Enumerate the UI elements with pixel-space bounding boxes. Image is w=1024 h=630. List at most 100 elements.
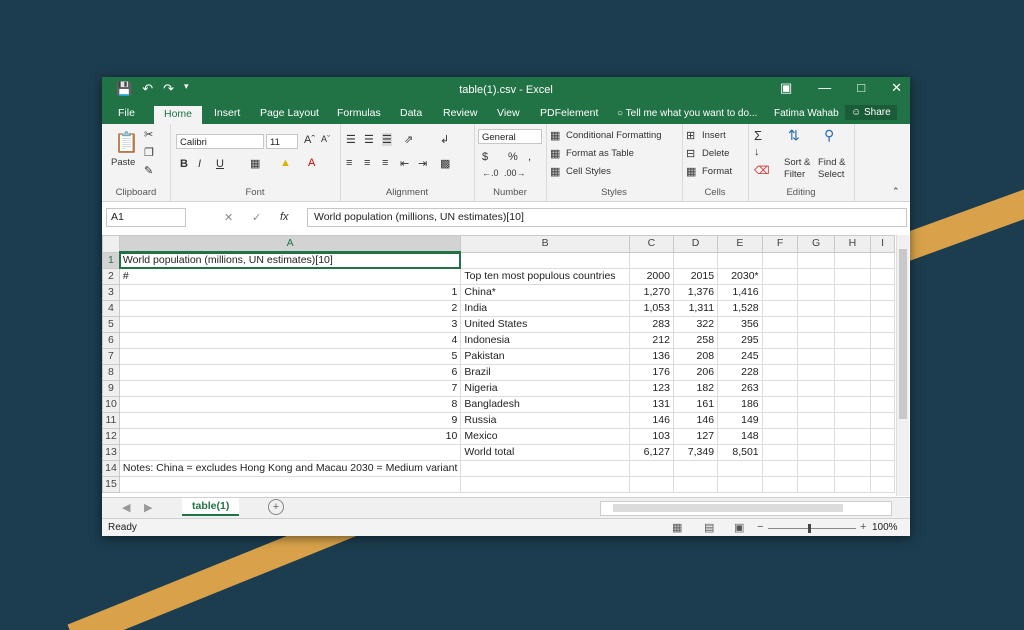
insert-function-icon[interactable]: fx: [280, 211, 289, 223]
empty-cell[interactable]: [761, 316, 799, 333]
align-left-icon[interactable]: ≡: [346, 157, 352, 169]
font-color-icon[interactable]: A: [308, 157, 315, 169]
cell-c[interactable]: 6,127: [628, 444, 674, 461]
empty-cell[interactable]: [833, 444, 872, 461]
empty-cell[interactable]: [833, 364, 872, 381]
delete-button[interactable]: Delete: [702, 148, 729, 159]
empty-cell[interactable]: [870, 428, 895, 445]
scroll-thumb[interactable]: [613, 504, 843, 512]
cell-e[interactable]: 263: [717, 380, 763, 397]
empty-cell[interactable]: [761, 300, 799, 317]
cell-a[interactable]: 9: [118, 412, 462, 429]
bottom-align-icon[interactable]: ☰: [382, 133, 392, 146]
autosum-icon[interactable]: Σ: [754, 128, 762, 143]
cell-c[interactable]: [628, 460, 674, 477]
column-header[interactable]: F: [761, 235, 799, 253]
cell-c[interactable]: [628, 251, 674, 269]
sort-label[interactable]: Sort &: [784, 157, 810, 168]
empty-cell[interactable]: [761, 428, 799, 445]
cell-a[interactable]: 8: [118, 396, 462, 413]
empty-cell[interactable]: [797, 300, 835, 317]
insert-button[interactable]: Insert: [702, 130, 726, 141]
conditional-formatting-button[interactable]: Conditional Formatting: [566, 130, 662, 141]
tab-home[interactable]: Home: [154, 106, 203, 124]
cell-c[interactable]: 212: [628, 332, 674, 349]
cell-b[interactable]: Indonesia: [460, 332, 630, 349]
empty-cell[interactable]: [761, 380, 799, 397]
cell-c[interactable]: 1,270: [628, 284, 674, 301]
cell-b[interactable]: [460, 251, 630, 269]
percent-button[interactable]: %: [508, 151, 518, 163]
decrease-indent-icon[interactable]: ⇤: [400, 157, 409, 170]
user-name[interactable]: Fatima Wahab: [774, 108, 839, 119]
cell-c[interactable]: 123: [628, 380, 674, 397]
vertical-scrollbar[interactable]: [896, 235, 909, 496]
zoom-slider[interactable]: [768, 528, 856, 529]
empty-cell[interactable]: [870, 412, 895, 429]
empty-cell[interactable]: [797, 444, 835, 461]
cell-c[interactable]: 146: [628, 412, 674, 429]
scroll-thumb[interactable]: [899, 249, 907, 419]
cell-c[interactable]: 136: [628, 348, 674, 365]
row-header[interactable]: 9: [102, 380, 120, 397]
cell-e[interactable]: 245: [717, 348, 763, 365]
cell-d[interactable]: 1,311: [672, 300, 719, 317]
empty-cell[interactable]: [870, 348, 895, 365]
cell-b[interactable]: Nigeria: [460, 380, 630, 397]
row-header[interactable]: 14: [102, 460, 120, 477]
cut-icon[interactable]: ✂: [144, 128, 153, 141]
cell-e[interactable]: [717, 251, 763, 269]
empty-cell[interactable]: [797, 268, 835, 285]
empty-cell[interactable]: [833, 476, 872, 493]
empty-cell[interactable]: [797, 428, 835, 445]
cell-e[interactable]: 1,416: [717, 284, 763, 301]
column-header[interactable]: I: [870, 235, 895, 253]
empty-cell[interactable]: [761, 364, 799, 381]
empty-cell[interactable]: [797, 460, 835, 477]
empty-cell[interactable]: [833, 284, 872, 301]
next-sheet-icon[interactable]: ▶: [144, 501, 152, 514]
empty-cell[interactable]: [797, 380, 835, 397]
empty-cell[interactable]: [870, 380, 895, 397]
select-all-corner[interactable]: [102, 235, 120, 253]
wrap-text-icon[interactable]: ↲: [440, 133, 449, 146]
format-as-table-button[interactable]: Format as Table: [566, 148, 634, 159]
cell-d[interactable]: 127: [672, 428, 719, 445]
empty-cell[interactable]: [870, 332, 895, 349]
row-header[interactable]: 2: [102, 268, 120, 285]
row-header[interactable]: 12: [102, 428, 120, 445]
empty-cell[interactable]: [833, 460, 872, 477]
tab-view[interactable]: View: [497, 107, 520, 119]
empty-cell[interactable]: [761, 396, 799, 413]
tab-data[interactable]: Data: [400, 107, 422, 119]
find-label[interactable]: Find &: [818, 157, 845, 168]
cell-b[interactable]: Top ten most populous countries: [460, 268, 630, 285]
empty-cell[interactable]: [870, 268, 895, 285]
underline-button[interactable]: U: [216, 158, 224, 170]
cell-c[interactable]: 131: [628, 396, 674, 413]
currency-button[interactable]: $: [482, 151, 488, 163]
cell-d[interactable]: 208: [672, 348, 719, 365]
cell-c[interactable]: 103: [628, 428, 674, 445]
paste-icon[interactable]: 📋: [114, 130, 139, 155]
row-header[interactable]: 6: [102, 332, 120, 349]
tab-pdfelement[interactable]: PDFelement: [540, 107, 598, 119]
empty-cell[interactable]: [870, 316, 895, 333]
cell-e[interactable]: 295: [717, 332, 763, 349]
collapse-ribbon-icon[interactable]: ⌃: [892, 186, 900, 197]
column-header[interactable]: H: [833, 235, 872, 253]
tell-me-box[interactable]: ○ Tell me what you want to do...: [617, 108, 757, 119]
empty-cell[interactable]: [761, 332, 799, 349]
align-center-icon[interactable]: ≡: [364, 157, 370, 169]
cell-e[interactable]: 186: [717, 396, 763, 413]
cell-a[interactable]: Notes: China = excludes Hong Kong and Ma…: [118, 460, 462, 477]
empty-cell[interactable]: [761, 412, 799, 429]
font-name-select[interactable]: Calibri: [176, 134, 264, 149]
increase-font-icon[interactable]: Aˆ: [304, 134, 315, 146]
cell-b[interactable]: [460, 476, 630, 493]
cell-a[interactable]: 6: [118, 364, 462, 381]
borders-icon[interactable]: ▦: [250, 157, 260, 170]
empty-cell[interactable]: [833, 348, 872, 365]
cell-b[interactable]: Mexico: [460, 428, 630, 445]
cell-a[interactable]: 2: [118, 300, 462, 317]
